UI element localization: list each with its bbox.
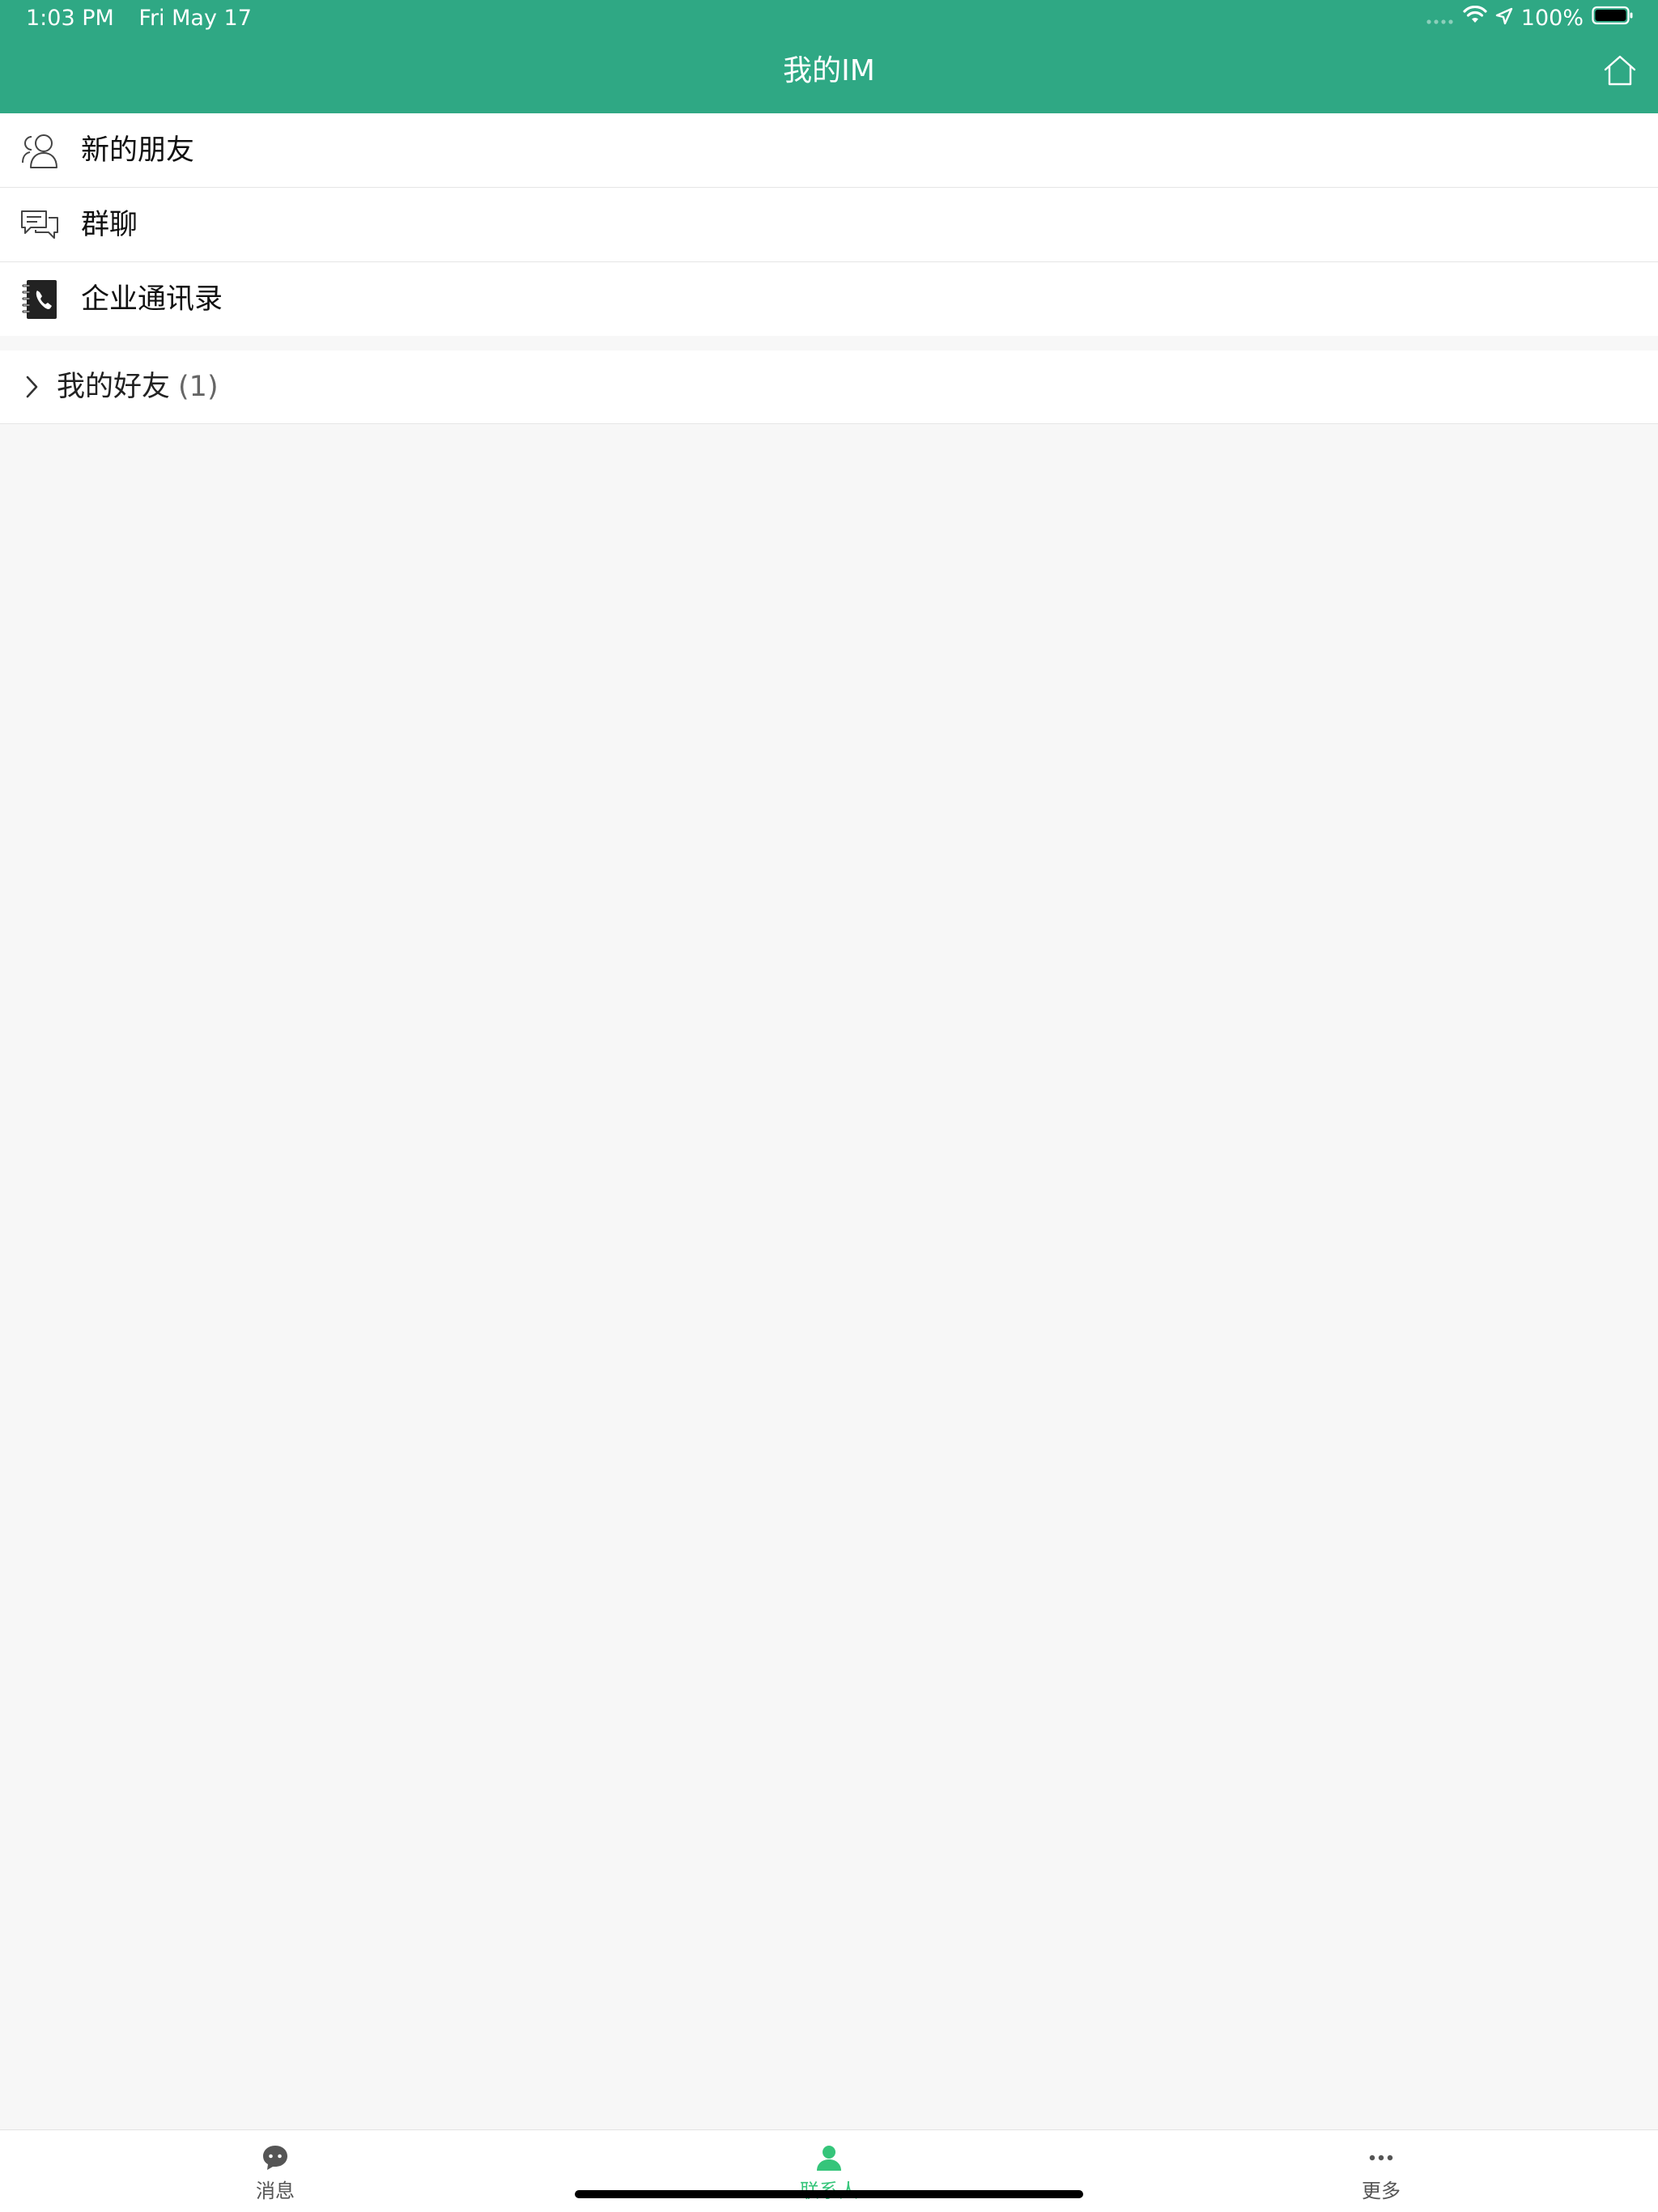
person-icon (813, 2142, 845, 2174)
tab-more[interactable]: 更多 (1300, 2130, 1462, 2212)
contacts-menu: 新的朋友 群聊 企业通讯录 (0, 113, 1658, 336)
tab-label: 更多 (1362, 2180, 1401, 2202)
new-friends-icon (19, 130, 60, 171)
battery-percent: 100% (1520, 6, 1584, 31)
address-book-icon (19, 279, 60, 320)
friends-group-label: 我的好友 (1) (57, 367, 219, 406)
cellular-signal-icon (1426, 5, 1455, 32)
status-bar-right: 100% (1426, 5, 1634, 32)
battery-icon (1592, 5, 1634, 32)
menu-item-label: 群聊 (81, 208, 138, 241)
tab-label: 消息 (256, 2180, 295, 2202)
friends-group-title: 我的好友 (57, 371, 171, 403)
friends-group-row[interactable]: 我的好友 (1) (0, 350, 1658, 424)
menu-item-label: 新的朋友 (81, 134, 195, 167)
location-arrow-icon (1495, 5, 1513, 32)
menu-item-address-book[interactable]: 企业通讯录 (0, 262, 1658, 336)
status-time: 1:03 PM (26, 6, 114, 31)
friends-group-count: (1) (178, 371, 219, 403)
more-dots-icon (1365, 2142, 1397, 2174)
status-date: Fri May 17 (138, 6, 252, 31)
home-button[interactable] (1601, 53, 1639, 91)
chevron-right-icon (23, 372, 42, 401)
home-indicator (575, 2190, 1083, 2198)
menu-item-group-chat[interactable]: 群聊 (0, 188, 1658, 262)
tab-messages[interactable]: 消息 (194, 2130, 356, 2212)
menu-item-new-friends[interactable]: 新的朋友 (0, 113, 1658, 188)
wifi-icon (1463, 5, 1487, 32)
page-title: 我的IM (783, 54, 875, 87)
tab-bar: 消息 联系人 更多 (0, 2129, 1658, 2212)
status-bar-left: 1:03 PM Fri May 17 (26, 5, 252, 32)
home-icon (1603, 54, 1637, 90)
top-header: 1:03 PM Fri May 17 100% 我的IM (0, 0, 1658, 113)
tab-contacts[interactable]: 联系人 (748, 2130, 910, 2212)
menu-item-label: 企业通讯录 (81, 282, 223, 316)
group-chat-icon (19, 205, 60, 245)
chat-bubble-icon (259, 2142, 291, 2174)
